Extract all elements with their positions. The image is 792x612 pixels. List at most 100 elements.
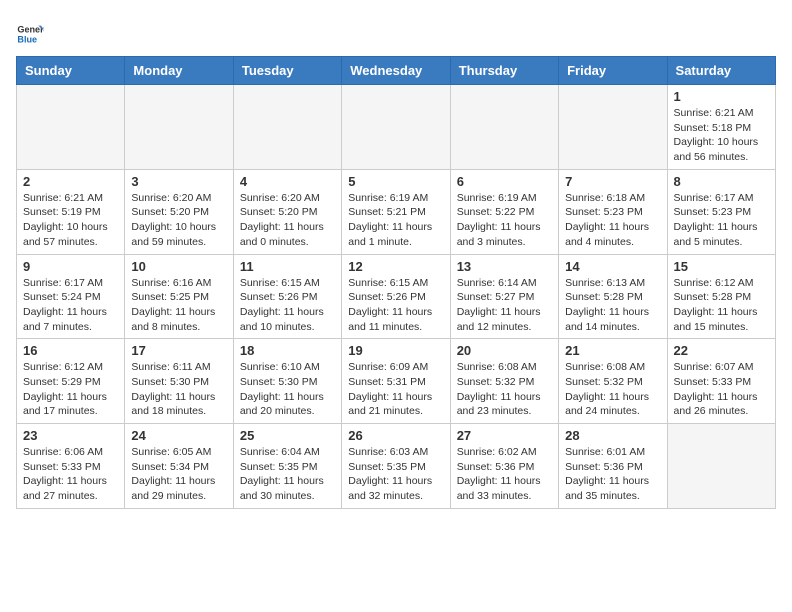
calendar-cell: 12 Sunrise: 6:15 AM Sunset: 5:26 PM Dayli… bbox=[342, 254, 450, 339]
calendar-cell bbox=[667, 424, 775, 509]
calendar-cell: 10 Sunrise: 6:16 AM Sunset: 5:25 PM Dayli… bbox=[125, 254, 233, 339]
day-number: 7 bbox=[565, 174, 660, 189]
logo: General Blue bbox=[16, 20, 48, 48]
day-info: Sunrise: 6:03 AM Sunset: 5:35 PM Dayligh… bbox=[348, 445, 443, 504]
calendar-cell bbox=[17, 85, 125, 170]
calendar-cell: 6 Sunrise: 6:19 AM Sunset: 5:22 PM Daylig… bbox=[450, 169, 558, 254]
weekday-header-saturday: Saturday bbox=[667, 57, 775, 85]
day-number: 8 bbox=[674, 174, 769, 189]
day-info: Sunrise: 6:15 AM Sunset: 5:26 PM Dayligh… bbox=[240, 276, 335, 335]
day-number: 25 bbox=[240, 428, 335, 443]
day-number: 14 bbox=[565, 259, 660, 274]
day-number: 27 bbox=[457, 428, 552, 443]
day-number: 3 bbox=[131, 174, 226, 189]
calendar-cell: 2 Sunrise: 6:21 AM Sunset: 5:19 PM Daylig… bbox=[17, 169, 125, 254]
svg-text:Blue: Blue bbox=[17, 34, 37, 44]
day-number: 20 bbox=[457, 343, 552, 358]
day-number: 10 bbox=[131, 259, 226, 274]
day-number: 17 bbox=[131, 343, 226, 358]
calendar-cell: 11 Sunrise: 6:15 AM Sunset: 5:26 PM Dayli… bbox=[233, 254, 341, 339]
calendar-cell bbox=[233, 85, 341, 170]
calendar-cell: 15Sunrise: 6:12 AM Sunset: 5:28 PM Dayli… bbox=[667, 254, 775, 339]
day-number: 26 bbox=[348, 428, 443, 443]
calendar-cell: 25 Sunrise: 6:04 AM Sunset: 5:35 PM Dayli… bbox=[233, 424, 341, 509]
day-number: 13 bbox=[457, 259, 552, 274]
calendar-week-1: 1 Sunrise: 6:21 AM Sunset: 5:18 PM Daylig… bbox=[17, 85, 776, 170]
day-info: Sunrise: 6:12 AM Sunset: 5:28 PM Dayligh… bbox=[674, 276, 769, 335]
day-number: 12 bbox=[348, 259, 443, 274]
day-info: Sunrise: 6:09 AM Sunset: 5:31 PM Dayligh… bbox=[348, 360, 443, 419]
day-info: Sunrise: 6:19 AM Sunset: 5:21 PM Dayligh… bbox=[348, 191, 443, 250]
calendar-cell: 26 Sunrise: 6:03 AM Sunset: 5:35 PM Dayli… bbox=[342, 424, 450, 509]
day-info: Sunrise: 6:02 AM Sunset: 5:36 PM Dayligh… bbox=[457, 445, 552, 504]
day-info: Sunrise: 6:01 AM Sunset: 5:36 PM Dayligh… bbox=[565, 445, 660, 504]
calendar-cell: 16 Sunrise: 6:12 AM Sunset: 5:29 PM Dayli… bbox=[17, 339, 125, 424]
day-info: Sunrise: 6:10 AM Sunset: 5:30 PM Dayligh… bbox=[240, 360, 335, 419]
day-info: Sunrise: 6:04 AM Sunset: 5:35 PM Dayligh… bbox=[240, 445, 335, 504]
day-number: 9 bbox=[23, 259, 118, 274]
day-info: Sunrise: 6:13 AM Sunset: 5:28 PM Dayligh… bbox=[565, 276, 660, 335]
weekday-header-wednesday: Wednesday bbox=[342, 57, 450, 85]
day-number: 18 bbox=[240, 343, 335, 358]
day-info: Sunrise: 6:06 AM Sunset: 5:33 PM Dayligh… bbox=[23, 445, 118, 504]
calendar-cell: 5 Sunrise: 6:19 AM Sunset: 5:21 PM Daylig… bbox=[342, 169, 450, 254]
day-number: 2 bbox=[23, 174, 118, 189]
calendar-cell: 22Sunrise: 6:07 AM Sunset: 5:33 PM Dayli… bbox=[667, 339, 775, 424]
day-number: 4 bbox=[240, 174, 335, 189]
calendar-week-2: 2 Sunrise: 6:21 AM Sunset: 5:19 PM Daylig… bbox=[17, 169, 776, 254]
day-number: 19 bbox=[348, 343, 443, 358]
day-number: 5 bbox=[348, 174, 443, 189]
day-info: Sunrise: 6:11 AM Sunset: 5:30 PM Dayligh… bbox=[131, 360, 226, 419]
day-number: 24 bbox=[131, 428, 226, 443]
day-info: Sunrise: 6:12 AM Sunset: 5:29 PM Dayligh… bbox=[23, 360, 118, 419]
calendar-cell bbox=[125, 85, 233, 170]
day-info: Sunrise: 6:21 AM Sunset: 5:18 PM Dayligh… bbox=[674, 106, 769, 165]
day-info: Sunrise: 6:14 AM Sunset: 5:27 PM Dayligh… bbox=[457, 276, 552, 335]
day-info: Sunrise: 6:19 AM Sunset: 5:22 PM Dayligh… bbox=[457, 191, 552, 250]
day-info: Sunrise: 6:21 AM Sunset: 5:19 PM Dayligh… bbox=[23, 191, 118, 250]
day-info: Sunrise: 6:20 AM Sunset: 5:20 PM Dayligh… bbox=[131, 191, 226, 250]
day-number: 6 bbox=[457, 174, 552, 189]
day-number: 28 bbox=[565, 428, 660, 443]
calendar-cell: 7 Sunrise: 6:18 AM Sunset: 5:23 PM Daylig… bbox=[559, 169, 667, 254]
calendar-cell: 28 Sunrise: 6:01 AM Sunset: 5:36 PM Dayli… bbox=[559, 424, 667, 509]
day-info: Sunrise: 6:18 AM Sunset: 5:23 PM Dayligh… bbox=[565, 191, 660, 250]
calendar-cell bbox=[559, 85, 667, 170]
calendar-cell: 20 Sunrise: 6:08 AM Sunset: 5:32 PM Dayli… bbox=[450, 339, 558, 424]
day-info: Sunrise: 6:17 AM Sunset: 5:24 PM Dayligh… bbox=[23, 276, 118, 335]
day-number: 1 bbox=[674, 89, 769, 104]
calendar-cell: 27 Sunrise: 6:02 AM Sunset: 5:36 PM Dayli… bbox=[450, 424, 558, 509]
calendar-week-5: 23 Sunrise: 6:06 AM Sunset: 5:33 PM Dayli… bbox=[17, 424, 776, 509]
calendar-cell: 9 Sunrise: 6:17 AM Sunset: 5:24 PM Daylig… bbox=[17, 254, 125, 339]
calendar-cell: 17 Sunrise: 6:11 AM Sunset: 5:30 PM Dayli… bbox=[125, 339, 233, 424]
day-info: Sunrise: 6:16 AM Sunset: 5:25 PM Dayligh… bbox=[131, 276, 226, 335]
weekday-header-friday: Friday bbox=[559, 57, 667, 85]
calendar-cell: 24 Sunrise: 6:05 AM Sunset: 5:34 PM Dayli… bbox=[125, 424, 233, 509]
weekday-header-sunday: Sunday bbox=[17, 57, 125, 85]
weekday-header-monday: Monday bbox=[125, 57, 233, 85]
logo-icon: General Blue bbox=[16, 20, 44, 48]
weekday-header-tuesday: Tuesday bbox=[233, 57, 341, 85]
calendar-cell: 3 Sunrise: 6:20 AM Sunset: 5:20 PM Daylig… bbox=[125, 169, 233, 254]
day-number: 21 bbox=[565, 343, 660, 358]
calendar-header-row: SundayMondayTuesdayWednesdayThursdayFrid… bbox=[17, 57, 776, 85]
day-info: Sunrise: 6:08 AM Sunset: 5:32 PM Dayligh… bbox=[565, 360, 660, 419]
page-header: General Blue bbox=[16, 16, 776, 48]
day-info: Sunrise: 6:15 AM Sunset: 5:26 PM Dayligh… bbox=[348, 276, 443, 335]
day-number: 22 bbox=[674, 343, 769, 358]
calendar-cell: 13 Sunrise: 6:14 AM Sunset: 5:27 PM Dayli… bbox=[450, 254, 558, 339]
calendar-cell: 8Sunrise: 6:17 AM Sunset: 5:23 PM Daylig… bbox=[667, 169, 775, 254]
day-number: 23 bbox=[23, 428, 118, 443]
calendar-cell: 19 Sunrise: 6:09 AM Sunset: 5:31 PM Dayli… bbox=[342, 339, 450, 424]
calendar-week-3: 9 Sunrise: 6:17 AM Sunset: 5:24 PM Daylig… bbox=[17, 254, 776, 339]
calendar-cell: 4 Sunrise: 6:20 AM Sunset: 5:20 PM Daylig… bbox=[233, 169, 341, 254]
day-info: Sunrise: 6:05 AM Sunset: 5:34 PM Dayligh… bbox=[131, 445, 226, 504]
day-number: 16 bbox=[23, 343, 118, 358]
day-info: Sunrise: 6:08 AM Sunset: 5:32 PM Dayligh… bbox=[457, 360, 552, 419]
day-number: 11 bbox=[240, 259, 335, 274]
weekday-header-thursday: Thursday bbox=[450, 57, 558, 85]
calendar-cell bbox=[342, 85, 450, 170]
calendar-table: SundayMondayTuesdayWednesdayThursdayFrid… bbox=[16, 56, 776, 509]
calendar-cell: 23 Sunrise: 6:06 AM Sunset: 5:33 PM Dayli… bbox=[17, 424, 125, 509]
day-info: Sunrise: 6:20 AM Sunset: 5:20 PM Dayligh… bbox=[240, 191, 335, 250]
